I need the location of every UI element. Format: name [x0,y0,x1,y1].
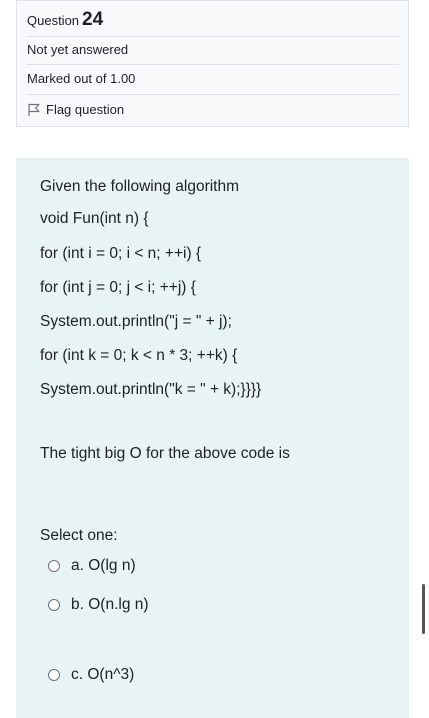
radio-button[interactable] [48,560,60,572]
flag-question-label[interactable]: Flag question [46,102,124,117]
question-text-line: for (int k = 0; k < n * 3; ++k) { [40,347,238,364]
answer-option-a[interactable]: a. O(lg n) [48,557,136,575]
question-text-line: Given the following algorithm [40,178,240,195]
scrollbar[interactable] [422,584,425,634]
answer-option-b[interactable]: b. O(n.lg n) [48,596,149,614]
divider [26,94,399,95]
question-formulation: Given the following algorithm void Fun(i… [16,158,409,718]
answer-option-c[interactable]: c. O(n^3) [48,666,134,684]
question-text-line: System.out.println("j = " + j); [40,313,232,330]
radio-button[interactable] [48,669,60,681]
answer-option-label[interactable]: b. O(n.lg n) [71,596,149,614]
question-text-line: void Fun(int n) { [40,210,149,227]
question-state: Not yet answered [27,42,129,57]
divider [26,64,399,65]
question-grade: Marked out of 1.00 [27,71,136,86]
question-label: Question [27,13,80,28]
select-prompt: Select one: [40,527,118,544]
question-text-line: System.out.println("k = " + k);}}}} [40,381,262,398]
question-text-line: for (int i = 0; i < n; ++i) { [40,245,202,262]
question-info-panel: Question 24 Not yet answered Marked out o… [16,0,409,127]
question-text-line: The tight big O for the above code is [40,445,290,462]
answer-option-label[interactable]: a. O(lg n) [71,557,136,575]
answer-option-label[interactable]: c. O(n^3) [71,666,134,684]
question-number: 24 [82,9,104,30]
flag-question-link[interactable]: Flag question [27,102,418,117]
radio-button[interactable] [48,599,60,611]
question-title: Question 24 [27,9,418,31]
divider [26,36,399,37]
flag-icon [27,103,41,117]
question-text-line: for (int j = 0; j < i; ++j) { [40,279,196,296]
